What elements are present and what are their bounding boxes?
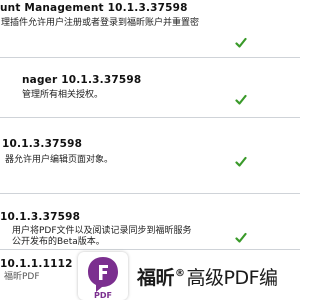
check-icon [235, 156, 247, 168]
product-title: 福昕® 高级PDF编 [137, 263, 278, 290]
plugin-title: unt Management 10.1.3.37598 [0, 2, 188, 14]
plugin-row-sync[interactable]: 10.1.3.37598 用户将PDF文件以及阅读记录同步到福昕服务 公开发布的… [0, 194, 300, 250]
plugin-title: nager 10.1.3.37598 [22, 74, 142, 86]
registered-mark: ® [175, 268, 185, 279]
check-icon [235, 37, 247, 49]
check-icon [235, 94, 247, 106]
plugin-title: 10.1.3.37598 [0, 211, 81, 223]
plugin-description: 管理所有相关授权。 [22, 90, 104, 100]
product-name: 高级PDF编 [186, 267, 279, 289]
plugin-row-account-management[interactable]: unt Management 10.1.3.37598 理插件允许用户注册或者登… [0, 0, 300, 58]
plugin-row-license-manager[interactable]: nager 10.1.3.37598 管理所有相关授权。 [0, 58, 300, 118]
foxit-logo-icon: PDF [78, 252, 128, 300]
plugin-title: 10.1.3.37598 [2, 138, 83, 150]
plugin-title: 10.1.1.1112 [0, 258, 73, 270]
plugin-description: 福昕PDF [4, 272, 40, 282]
plugin-description: 器允许用户编辑页面对象。 [5, 155, 114, 165]
foxit-banner: PDF 福昕® 高级PDF编 [72, 251, 300, 300]
plugin-description: 用户将PDF文件以及阅读记录同步到福昕服务 [12, 226, 192, 236]
brand-name: 福昕 [137, 267, 175, 289]
plugin-description: 公开发布的Beta版本。 [12, 237, 105, 247]
plugin-description: 理插件允许用户注册或者登录到福昕账户并重置密 [1, 18, 200, 28]
plugin-row-edit-objects[interactable]: 10.1.3.37598 器允许用户编辑页面对象。 [0, 118, 300, 194]
check-icon [235, 232, 247, 244]
logo-text: PDF [94, 291, 112, 300]
